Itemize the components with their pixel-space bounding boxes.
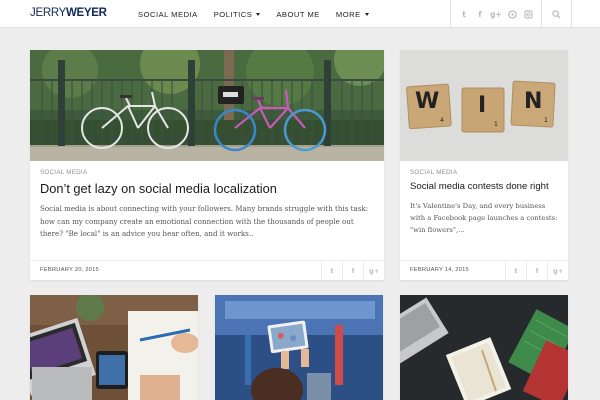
post-image-bicycles[interactable] xyxy=(30,50,384,161)
nav-politics[interactable]: POLITICS xyxy=(214,10,261,19)
post-card-row2-2[interactable] xyxy=(215,295,383,400)
post-card-contests[interactable]: W I N 4 1 1 SOCIAL MEDIA Social media co… xyxy=(400,50,568,280)
header-social-links: t f g+ xyxy=(450,0,542,28)
post-image-tablet-conference[interactable] xyxy=(215,295,383,400)
post-image-win-tiles[interactable]: W I N 4 1 1 xyxy=(400,50,568,161)
share-facebook-icon[interactable]: f xyxy=(526,261,547,280)
search-button[interactable] xyxy=(542,0,572,28)
nav-about-me[interactable]: ABOUT ME xyxy=(276,10,320,19)
post-category[interactable]: SOCIAL MEDIA xyxy=(40,169,87,176)
share-facebook-icon[interactable]: f xyxy=(342,261,363,280)
post-card-row2-3[interactable] xyxy=(400,295,568,400)
instagram-icon[interactable] xyxy=(523,9,533,19)
post-footer: FEBRUARY 20, 2015 t f g+ xyxy=(30,260,384,280)
share-google-plus-icon[interactable]: g+ xyxy=(547,261,568,280)
site-logo[interactable]: JERRYWEYER xyxy=(30,7,107,19)
post-title[interactable]: Don’t get lazy on social media localizat… xyxy=(40,181,380,196)
logo-text-weyer: WEYER xyxy=(66,7,107,19)
logo-text-jerry: JERRY xyxy=(30,7,66,19)
nav-label: ABOUT ME xyxy=(276,9,320,19)
post-footer: FEBRUARY 14, 2015 t f g+ xyxy=(400,260,568,280)
nav-label: MORE xyxy=(335,9,361,19)
pinterest-icon[interactable] xyxy=(507,9,517,19)
tile-letter-w: W xyxy=(415,89,440,114)
post-date: FEBRUARY 14, 2015 xyxy=(410,267,469,273)
post-image-laptop-notebook[interactable] xyxy=(30,295,198,400)
nav-social-media[interactable]: SOCIAL MEDIA xyxy=(138,10,198,19)
post-excerpt: It's Valentine's Day, and every business… xyxy=(410,202,558,235)
search-icon xyxy=(552,9,561,19)
share-twitter-icon[interactable]: t xyxy=(321,261,342,280)
nav-label: SOCIAL MEDIA xyxy=(138,9,198,19)
twitter-icon[interactable]: t xyxy=(459,9,469,19)
post-category[interactable]: SOCIAL MEDIA xyxy=(410,169,457,176)
nav-more[interactable]: MORE xyxy=(336,10,369,19)
post-card-row2-1[interactable] xyxy=(30,295,198,400)
tile-letter-n: N xyxy=(524,89,543,114)
share-twitter-icon[interactable]: t xyxy=(505,261,526,280)
tile-number-n: 1 xyxy=(544,117,548,124)
post-image-desk-workspace[interactable] xyxy=(400,295,568,400)
share-google-plus-icon[interactable]: g+ xyxy=(363,261,384,280)
nav-label: POLITICS xyxy=(213,9,253,19)
post-card-localization[interactable]: SOCIAL MEDIA Don’t get lazy on social me… xyxy=(30,50,384,280)
google-plus-icon[interactable]: g+ xyxy=(490,9,502,19)
tile-number-i: 1 xyxy=(494,121,498,128)
facebook-icon[interactable]: f xyxy=(475,9,485,19)
main-nav: SOCIAL MEDIA POLITICS ABOUT ME MORE xyxy=(138,0,385,28)
tile-number-w: 4 xyxy=(440,117,444,124)
chevron-down-icon xyxy=(364,12,369,16)
site-header: JERRYWEYER SOCIAL MEDIA POLITICS ABOUT M… xyxy=(0,0,600,28)
post-title[interactable]: Social media contests done right xyxy=(410,181,564,192)
post-date: FEBRUARY 20, 2015 xyxy=(40,267,99,273)
chevron-down-icon xyxy=(256,12,261,16)
tile-letter-i: I xyxy=(478,93,487,118)
post-excerpt: Social media is about connecting with yo… xyxy=(40,204,369,239)
